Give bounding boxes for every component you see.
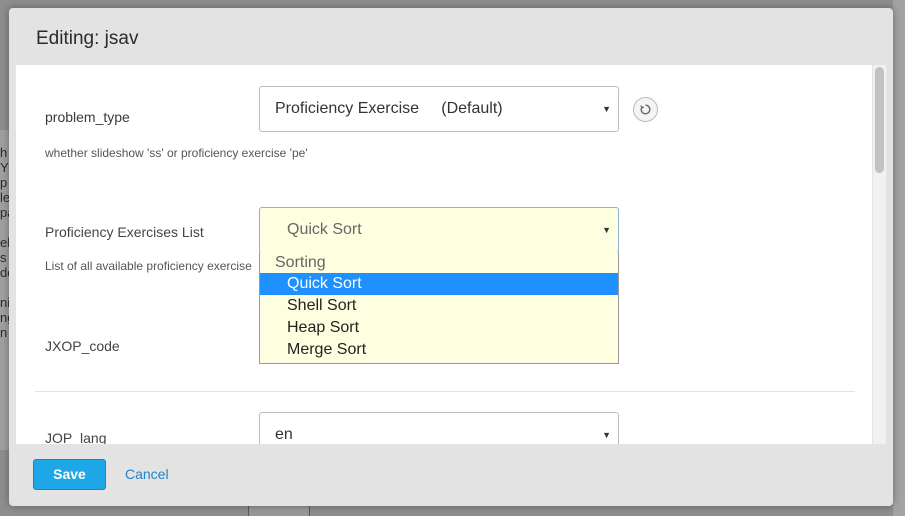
divider — [35, 391, 855, 392]
problem-type-help: whether slideshow 'ss' or proficiency ex… — [45, 146, 308, 160]
edit-modal: Editing: jsav problem_type Proficiency E… — [9, 8, 893, 506]
dropdown-option[interactable]: Merge Sort — [260, 339, 618, 361]
dropdown-option[interactable]: Shell Sort — [260, 295, 618, 317]
cancel-link[interactable]: Cancel — [125, 466, 169, 482]
caret-down-icon: ▼ — [602, 430, 611, 440]
jop-lang-value: en — [275, 426, 293, 443]
pe-list-label: Proficiency Exercises List — [45, 224, 204, 240]
reset-icon — [640, 104, 651, 115]
pe-list-select[interactable]: Quick Sort ▼ — [259, 207, 619, 253]
modal-scrollbar[interactable] — [872, 65, 886, 444]
modal-body: problem_type Proficiency Exercise (Defau… — [16, 65, 886, 444]
jxop-code-label: JXOP_code — [45, 338, 120, 354]
jop-lang-select[interactable]: en ▼ — [259, 412, 619, 444]
background-strip-right — [893, 0, 905, 516]
modal-title: Editing: jsav — [36, 28, 139, 49]
pe-list-value: Quick Sort — [287, 221, 362, 238]
reset-default-button[interactable] — [633, 97, 658, 122]
dropdown-option[interactable]: Heap Sort — [260, 317, 618, 339]
caret-down-icon: ▼ — [602, 225, 611, 235]
problem-type-value: Proficiency Exercise (Default) — [275, 100, 503, 117]
jop-lang-label: JOP_lang — [45, 430, 107, 444]
dropdown-option[interactable]: Quick Sort — [260, 273, 618, 295]
scroll-thumb[interactable] — [875, 67, 884, 173]
pe-list-help: List of all available proficiency exerci… — [45, 259, 252, 273]
save-button[interactable]: Save — [33, 459, 106, 490]
caret-down-icon: ▼ — [602, 104, 611, 114]
pe-list-dropdown: Sorting Quick Sort Shell Sort Heap Sort … — [259, 252, 619, 364]
modal-footer: Save Cancel — [9, 444, 893, 506]
problem-type-select[interactable]: Proficiency Exercise (Default) ▼ — [259, 86, 619, 132]
problem-type-label: problem_type — [45, 109, 130, 125]
dropdown-group-label: Sorting — [275, 254, 326, 271]
